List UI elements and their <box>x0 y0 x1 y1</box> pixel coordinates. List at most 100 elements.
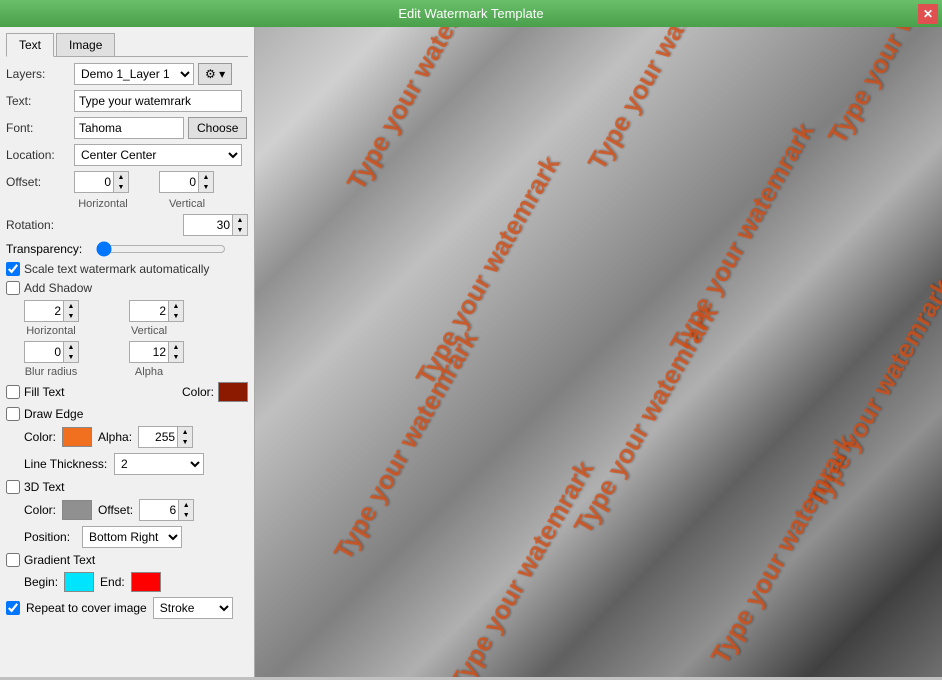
position-select[interactable]: Bottom Right Bottom Left Top Right Top L… <box>82 526 182 548</box>
threed-offset-arrows: ▲ ▼ <box>179 499 194 521</box>
text-input[interactable] <box>74 90 242 112</box>
text-label: Text: <box>6 94 74 108</box>
font-label: Font: <box>6 121 74 135</box>
horizontal-label: Horizontal <box>76 198 130 210</box>
shadow-vertical-input[interactable] <box>129 300 169 322</box>
location-label: Location: <box>6 148 74 162</box>
add-shadow-row: Add Shadow <box>6 281 248 295</box>
gradient-label: Gradient Text <box>24 553 95 567</box>
font-row: Font: Choose <box>6 117 248 139</box>
offset-horizontal-up[interactable]: ▲ <box>114 172 128 182</box>
fill-color-swatch[interactable] <box>218 382 248 402</box>
fill-text-checkbox[interactable] <box>6 385 20 399</box>
offset-horizontal-spinner: ▲ ▼ <box>74 171 129 193</box>
threed-offset-down[interactable]: ▼ <box>179 510 193 520</box>
offset-horizontal-arrows: ▲ ▼ <box>114 171 129 193</box>
alpha-down[interactable]: ▼ <box>169 352 183 362</box>
close-button[interactable]: ✕ <box>918 4 938 24</box>
threed-offset-input[interactable] <box>139 499 179 521</box>
scale-label: Scale text watermark automatically <box>24 262 209 276</box>
watermark-10: Type your watemrark <box>705 429 862 669</box>
shadow-horizontal-input[interactable] <box>24 300 64 322</box>
rotation-input[interactable] <box>183 214 233 236</box>
draw-edge-alpha-up[interactable]: ▲ <box>178 427 192 437</box>
blur-down[interactable]: ▼ <box>64 352 78 362</box>
add-shadow-checkbox[interactable] <box>6 281 20 295</box>
rotation-arrows: ▲ ▼ <box>233 214 248 236</box>
alpha-up[interactable]: ▲ <box>169 342 183 352</box>
offset-vertical-up[interactable]: ▲ <box>199 172 213 182</box>
rotation-spinner: ▲ ▼ <box>183 214 248 236</box>
offset-horizontal-down[interactable]: ▼ <box>114 182 128 192</box>
offset-label: Offset: <box>6 175 74 189</box>
watermark-1: Type your watemrark <box>341 27 498 195</box>
line-thickness-row: Line Thickness: 1 2 3 4 5 <box>24 453 248 475</box>
watermark-5: Type your watemrark <box>664 117 821 357</box>
blur-up[interactable]: ▲ <box>64 342 78 352</box>
line-thickness-select[interactable]: 1 2 3 4 5 <box>114 453 204 475</box>
scale-checkbox[interactable] <box>6 262 20 276</box>
tab-text[interactable]: Text <box>6 33 54 57</box>
gear-button[interactable]: ⚙ ▾ <box>198 63 232 85</box>
blur-spinner: ▲ ▼ <box>24 341 79 363</box>
transparency-slider[interactable] <box>96 241 226 257</box>
font-input[interactable] <box>74 117 184 139</box>
scale-checkbox-row: Scale text watermark automatically <box>6 262 248 276</box>
draw-edge-alpha-down[interactable]: ▼ <box>178 437 192 447</box>
shadow-horizontal-arrows: ▲ ▼ <box>64 300 79 322</box>
threed-offset-spinner: ▲ ▼ <box>139 499 194 521</box>
alpha-input[interactable] <box>129 341 169 363</box>
offset-vertical-down[interactable]: ▼ <box>199 182 213 192</box>
alpha-arrows: ▲ ▼ <box>169 341 184 363</box>
shadow-vertical-arrows: ▲ ▼ <box>169 300 184 322</box>
alpha-spinner: ▲ ▼ <box>129 341 184 363</box>
rotation-label: Rotation: <box>6 218 74 232</box>
draw-edge-color-row: Color: Alpha: ▲ ▼ <box>24 426 248 448</box>
threed-offset-up[interactable]: ▲ <box>179 500 193 510</box>
main-container: Text Image Layers: Demo 1_Layer 1 Demo 1… <box>0 27 942 677</box>
gradient-checkbox[interactable] <box>6 553 20 567</box>
draw-edge-row: Draw Edge <box>6 407 248 421</box>
fill-color-label: Color: <box>182 385 214 399</box>
transparency-row: Transparency: <box>6 241 248 257</box>
shadow-vertical-down[interactable]: ▼ <box>169 311 183 321</box>
watermark-3: Type your watemrark <box>822 27 942 150</box>
shadow-horizontal-up[interactable]: ▲ <box>64 301 78 311</box>
shadow-horizontal-down[interactable]: ▼ <box>64 311 78 321</box>
offset-row: Offset: ▲ ▼ ▲ ▼ <box>6 171 248 193</box>
repeat-checkbox[interactable] <box>6 601 20 615</box>
right-panel: Type your watemrark Type your watemrark … <box>255 27 942 677</box>
offset-horizontal-input[interactable] <box>74 171 114 193</box>
threed-label: 3D Text <box>24 480 64 494</box>
blur-input[interactable] <box>24 341 64 363</box>
layers-row: Layers: Demo 1_Layer 1 Demo 1_Layer 2 ⚙ … <box>6 63 248 85</box>
draw-edge-alpha-spinner: ▲ ▼ <box>138 426 193 448</box>
threed-offset-label: Offset: <box>98 503 133 517</box>
draw-edge-checkbox[interactable] <box>6 407 20 421</box>
fill-text-row: Fill Text Color: <box>6 382 248 402</box>
tab-image[interactable]: Image <box>56 33 115 56</box>
location-select[interactable]: Center Center Top Left Top Center Top Ri… <box>74 144 242 166</box>
add-shadow-label: Add Shadow <box>24 281 92 295</box>
repeat-row: Repeat to cover image Stroke Fill Both <box>6 597 248 619</box>
rotation-up[interactable]: ▲ <box>233 215 247 225</box>
left-panel: Text Image Layers: Demo 1_Layer 1 Demo 1… <box>0 27 255 677</box>
layers-select[interactable]: Demo 1_Layer 1 Demo 1_Layer 2 <box>74 63 194 85</box>
watermark-9: Type your watemrark <box>444 455 601 677</box>
shadow-vertical-up[interactable]: ▲ <box>169 301 183 311</box>
choose-font-button[interactable]: Choose <box>188 117 247 139</box>
draw-edge-color-swatch[interactable] <box>62 427 92 447</box>
gradient-begin-swatch[interactable] <box>64 572 94 592</box>
offset-vertical-input[interactable] <box>159 171 199 193</box>
gradient-end-swatch[interactable] <box>131 572 161 592</box>
threed-row: 3D Text <box>6 480 248 494</box>
stroke-select[interactable]: Stroke Fill Both <box>153 597 233 619</box>
draw-edge-color-label: Color: <box>24 430 56 444</box>
threed-checkbox[interactable] <box>6 480 20 494</box>
threed-color-swatch[interactable] <box>62 500 92 520</box>
rotation-row: Rotation: ▲ ▼ <box>6 214 248 236</box>
draw-edge-alpha-input[interactable] <box>138 426 178 448</box>
rotation-down[interactable]: ▼ <box>233 225 247 235</box>
threed-color-row: Color: Offset: ▲ ▼ <box>24 499 248 521</box>
watermark-7: Type your watemrark <box>568 299 725 539</box>
